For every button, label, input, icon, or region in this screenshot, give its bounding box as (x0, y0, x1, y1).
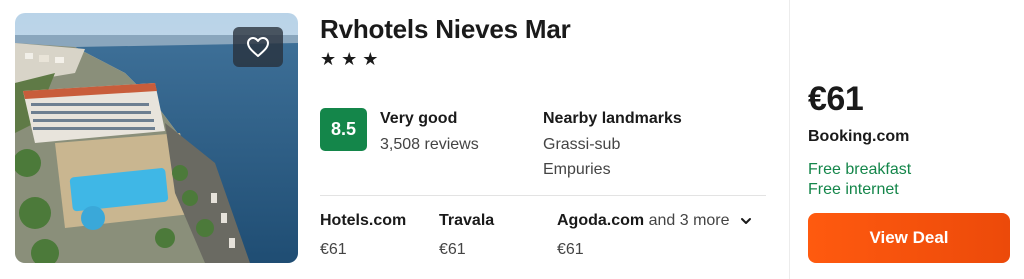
provider-more-dropdown[interactable]: Agoda.com and 3 more (557, 212, 752, 230)
deal-price: €61 (808, 80, 864, 118)
rating-score-badge: 8.5 (320, 108, 367, 151)
rating-label: Very good (380, 110, 458, 127)
chevron-down-icon (740, 217, 751, 224)
amenity-free-breakfast: Free breakfast (808, 161, 912, 178)
landmark-item: Grassi-sub (543, 136, 621, 153)
heart-outline-icon (247, 37, 269, 57)
landmark-item: Empuries (543, 161, 611, 178)
favorite-button[interactable] (233, 27, 283, 67)
amenity-free-internet: Free internet (808, 181, 899, 198)
provider-name-agoda: Agoda.com (557, 212, 645, 229)
provider-name-hotels-com[interactable]: Hotels.com (320, 212, 406, 230)
provider-price[interactable]: €61 (320, 241, 347, 259)
hotel-result-card: Rvhotels Nieves Mar ★★★ 8.5 Very good 3,… (0, 0, 1024, 279)
view-deal-button[interactable]: View Deal (808, 213, 1010, 263)
provider-price[interactable]: €61 (439, 241, 466, 259)
provider-name-travala[interactable]: Travala (439, 212, 494, 230)
more-providers-label: and 3 more (648, 212, 730, 229)
landmarks-title: Nearby landmarks (543, 110, 682, 127)
review-count[interactable]: 3,508 reviews (380, 136, 479, 154)
hotel-name[interactable]: Rvhotels Nieves Mar (320, 14, 571, 45)
column-divider (789, 0, 790, 279)
star-rating: ★★★ (320, 49, 384, 69)
deal-provider: Booking.com (808, 128, 910, 145)
divider (320, 195, 766, 196)
provider-price[interactable]: €61 (557, 241, 584, 259)
